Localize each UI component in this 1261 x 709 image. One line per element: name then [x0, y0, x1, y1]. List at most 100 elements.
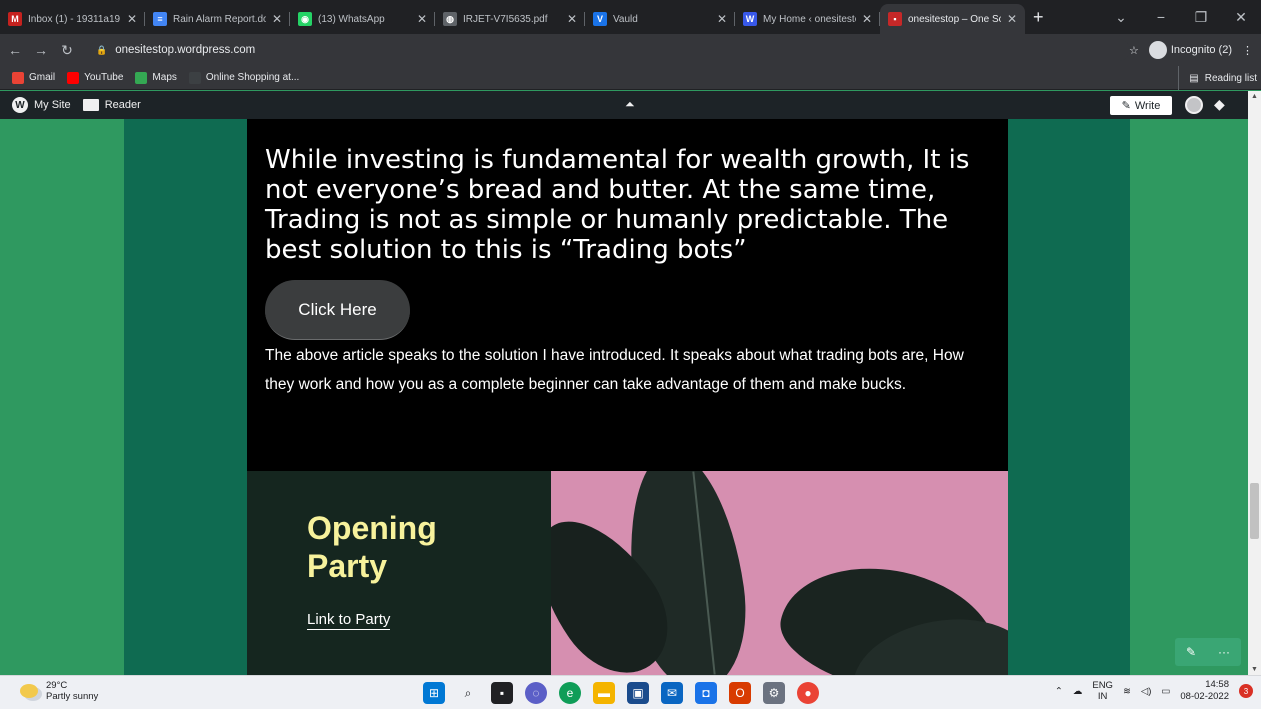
minimize-button[interactable]: − [1141, 9, 1181, 25]
clock[interactable]: 14:58 08-02-2022 [1180, 679, 1229, 703]
app-icon[interactable]: ◘ [695, 682, 717, 704]
battery-icon[interactable]: ▭ [1161, 686, 1170, 697]
bookmark-label: Maps [152, 72, 177, 83]
browser-tab[interactable]: W My Home ‹ onesitesto ✕ [735, 4, 880, 34]
chat-icon[interactable]: ◌ [525, 682, 547, 704]
tab-title: (13) WhatsApp [318, 13, 385, 25]
weather-widget[interactable]: 29°C Partly sunny [20, 680, 98, 702]
docs-icon: ≡ [153, 12, 167, 26]
plant-image [551, 471, 1008, 675]
shopping-icon [188, 71, 201, 84]
forward-button[interactable]: → [30, 42, 52, 58]
restore-button[interactable]: ❐ [1181, 9, 1221, 26]
party-link[interactable]: Link to Party [307, 611, 391, 630]
wifi-icon[interactable]: ≋ [1123, 686, 1131, 697]
browser-tab[interactable]: ◉ (13) WhatsApp ✕ [290, 4, 435, 34]
party-title: Opening Party [307, 510, 437, 584]
browser-tab[interactable]: V Vauld ✕ [585, 4, 735, 34]
vauld-icon: V [593, 12, 607, 26]
whatsapp-icon: ◉ [298, 12, 312, 26]
write-label: Write [1134, 99, 1161, 112]
pencil-icon: ✎ [1121, 100, 1131, 112]
edit-pencil-icon[interactable]: ✎ [1186, 645, 1196, 659]
chrome-icon[interactable]: ● [797, 682, 819, 704]
file-explorer-icon[interactable]: ▬ [593, 682, 615, 704]
notification-badge[interactable]: 3 [1239, 684, 1253, 698]
click-here-button[interactable]: Click Here [265, 280, 410, 340]
collapse-bar-icon[interactable]: ⏶ [625, 97, 635, 112]
bookmarks-bar: Gmail YouTube Maps Online Shopping at... ▤ … [0, 66, 1261, 90]
youtube-icon [67, 71, 80, 84]
incognito-icon [1148, 41, 1167, 59]
language-code: ENG [1092, 680, 1113, 691]
mail-icon[interactable]: ✉ [661, 682, 683, 704]
bookmark-item[interactable]: YouTube [67, 71, 124, 84]
tab-title: onesitestop – One So [908, 13, 1001, 25]
reading-list-button[interactable]: ▤ Reading list [1178, 66, 1257, 90]
wordpress-icon: W [12, 97, 28, 113]
incognito-label: Incognito (2) [1170, 43, 1232, 56]
browser-tab[interactable]: ≡ Rain Alarm Report.do ✕ [145, 4, 290, 34]
tab-title: Vauld [613, 13, 638, 25]
gmail-icon: M [8, 12, 22, 26]
onedrive-icon[interactable]: ☁ [1073, 686, 1083, 697]
write-button[interactable]: ✎ Write [1110, 96, 1172, 115]
browser-tab[interactable]: ◍ IRJET-V7I5635.pdf ✕ [435, 4, 585, 34]
store-icon[interactable]: ▣ [627, 682, 649, 704]
scroll-up-icon[interactable]: ▲ [1250, 93, 1259, 100]
back-button[interactable]: ← [4, 42, 26, 58]
windows-start-icon[interactable]: ⊞ [423, 682, 445, 704]
tab-title: Inbox (1) - 19311a19 [28, 13, 121, 25]
edit-actions: ✎ ··· [1175, 638, 1241, 666]
office-icon[interactable]: O [729, 682, 751, 704]
close-tab-icon[interactable]: ✕ [862, 12, 872, 26]
page-scrollbar[interactable]: ▲ ▼ [1248, 91, 1261, 675]
incognito-button[interactable]: Incognito (2) [1148, 41, 1232, 59]
scroll-down-icon[interactable]: ▼ [1250, 666, 1259, 673]
notifications-bell-icon[interactable]: ◆ [1214, 96, 1225, 113]
close-tab-icon[interactable]: ✕ [272, 12, 282, 26]
close-tab-icon[interactable]: ✕ [127, 12, 137, 26]
bookmark-star-icon[interactable]: ☆ [1129, 44, 1139, 57]
more-options-icon[interactable]: ··· [1218, 645, 1230, 659]
network-app-icon[interactable]: ⚙ [763, 682, 785, 704]
browser-tab[interactable]: M Inbox (1) - 19311a19 ✕ [0, 4, 145, 34]
my-site-label: My Site [34, 99, 71, 111]
close-tab-icon[interactable]: ✕ [417, 12, 427, 26]
tab-search-icon[interactable]: ⌄ [1101, 9, 1141, 26]
close-window-button[interactable]: ✕ [1221, 9, 1261, 26]
reading-list-label: Reading list [1204, 72, 1257, 84]
reload-button[interactable]: ↻ [56, 42, 78, 59]
bookmark-item[interactable]: Maps [135, 71, 177, 84]
user-avatar[interactable] [1185, 96, 1203, 114]
browser-menu-icon[interactable]: ⋮ [1242, 44, 1253, 57]
search-icon[interactable]: ⌕ [457, 682, 479, 704]
volume-icon[interactable]: ◁) [1141, 686, 1151, 697]
temperature: 29°C [46, 680, 68, 691]
headline: While investing is fundamental for wealt… [265, 145, 970, 265]
bookmark-label: YouTube [84, 72, 124, 83]
reading-list-icon: ▤ [1189, 72, 1199, 84]
browser-tab-strip: M Inbox (1) - 19311a19 ✕ ≡ Rain Alarm Report… [0, 0, 1261, 34]
bookmark-item[interactable]: Gmail [12, 71, 55, 84]
task-view-icon[interactable]: ▪ [491, 682, 513, 704]
lock-icon: 🔒 [96, 44, 108, 55]
hidden-icons-chevron-icon[interactable]: ⌃ [1055, 686, 1063, 697]
intro-section: While investing is fundamental for wealt… [247, 119, 1008, 471]
close-tab-icon[interactable]: ✕ [717, 12, 727, 26]
close-tab-icon[interactable]: ✕ [567, 12, 577, 26]
windows-taskbar: 29°C Partly sunny ⊞ ⌕ ▪ ◌ e ▬ ▣ ✉ ◘ O ⚙ … [0, 675, 1261, 709]
globe-icon: ◍ [443, 12, 457, 26]
bookmark-item[interactable]: Online Shopping at... [188, 71, 299, 84]
scrollbar-thumb[interactable] [1250, 483, 1259, 539]
my-site-link[interactable]: W My Site [12, 97, 71, 113]
browser-tab[interactable]: ▪ onesitestop – One So ✕ [880, 4, 1025, 34]
language-indicator[interactable]: ENG IN [1092, 680, 1113, 702]
reader-link[interactable]: Reader [82, 99, 141, 111]
reader-label: Reader [104, 99, 141, 111]
edge-icon[interactable]: e [559, 682, 581, 704]
close-tab-icon[interactable]: ✕ [1007, 12, 1017, 26]
url-field[interactable]: 🔒 onesitestop.wordpress.com [90, 39, 1130, 61]
page-viewport: While investing is fundamental for wealt… [0, 119, 1248, 675]
new-tab-button[interactable]: + [1033, 7, 1044, 28]
